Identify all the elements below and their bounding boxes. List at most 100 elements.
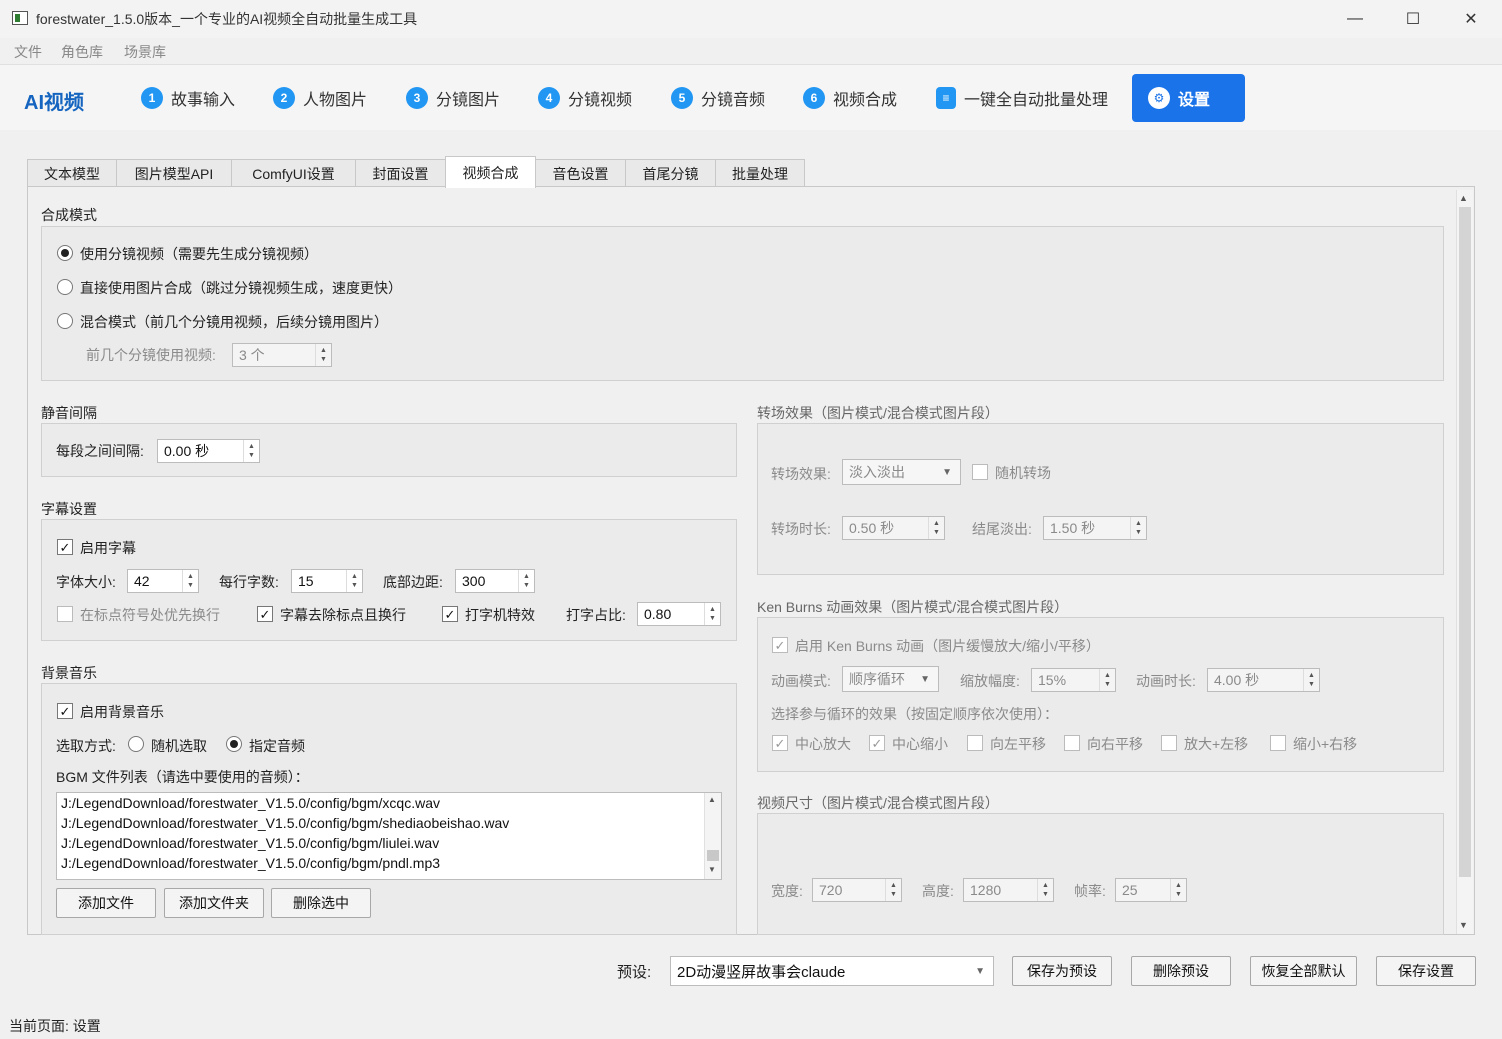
tab-text-model[interactable]: 文本模型 (27, 159, 117, 187)
punct-wrap-checkbox[interactable] (57, 606, 73, 622)
bottom-margin-spinbox[interactable]: 300 ▲ ▼ (455, 569, 535, 593)
nav-video-compose[interactable]: 6 视频合成 (803, 84, 897, 112)
nav-storyboard-images[interactable]: 3 分镜图片 (406, 84, 500, 112)
scroll-down-icon[interactable]: ▼ (708, 865, 716, 874)
preset-select[interactable]: 2D动漫竖屏故事会claude ▼ (670, 956, 994, 986)
typing-ratio-spinbox[interactable]: 0.80 ▲ ▼ (637, 602, 721, 626)
fadeout-label: 结尾淡出: (972, 521, 1032, 537)
list-item[interactable]: J:/LegendDownload/forestwater_V1.5.0/con… (61, 815, 509, 831)
delete-preset-button[interactable]: 删除预设 (1131, 956, 1231, 986)
scroll-thumb[interactable] (1459, 207, 1471, 877)
save-preset-button[interactable]: 保存为预设 (1012, 956, 1112, 986)
close-button[interactable]: ✕ (1442, 0, 1500, 38)
radio-mixed-mode[interactable] (57, 313, 73, 329)
spin-arrows-icon[interactable]: ▲ ▼ (1099, 669, 1115, 691)
effect-pan-left-checkbox[interactable] (967, 735, 983, 751)
anim-mode-select[interactable]: 顺序循环 ▼ (842, 666, 939, 692)
silence-spinbox[interactable]: 0.00 秒 ▲ ▼ (157, 439, 260, 463)
menu-scene-library[interactable]: 场景库 (124, 42, 166, 62)
effect-zoom-out-checkbox[interactable]: ✓ (869, 735, 885, 751)
effect-pan-right-checkbox[interactable] (1064, 735, 1080, 751)
nav-storyboard-video[interactable]: 4 分镜视频 (538, 84, 632, 112)
menu-file[interactable]: 文件 (14, 42, 42, 62)
scroll-up-icon[interactable]: ▲ (1459, 193, 1468, 203)
add-file-button[interactable]: 添加文件 (56, 888, 156, 918)
spin-arrows-icon[interactable]: ▲ ▼ (885, 879, 901, 901)
tab-image-api[interactable]: 图片模型API (116, 159, 232, 187)
list-item[interactable]: J:/LegendDownload/forestwater_V1.5.0/con… (61, 795, 440, 811)
add-folder-button[interactable]: 添加文件夹 (164, 888, 264, 918)
nav-settings[interactable]: ⚙ 设置 (1132, 74, 1245, 122)
tab-first-last[interactable]: 首尾分镜 (625, 159, 716, 187)
spin-arrows-icon[interactable]: ▲ ▼ (315, 344, 331, 366)
font-size-spinbox[interactable]: 42 ▲ ▼ (127, 569, 199, 593)
list-scrollbar[interactable]: ▲ ▼ (704, 793, 721, 879)
silence-group (41, 423, 737, 477)
spin-arrows-icon[interactable]: ▲ ▼ (346, 570, 362, 592)
spin-arrows-icon[interactable]: ▲ ▼ (1303, 669, 1319, 691)
menu-character-library[interactable]: 角色库 (61, 42, 103, 62)
random-transition-checkbox[interactable] (972, 464, 988, 480)
enable-bgm-checkbox[interactable]: ✓ (57, 703, 73, 719)
enable-kenburns-checkbox[interactable]: ✓ (772, 637, 788, 653)
effect-zoomout-right-checkbox[interactable] (1270, 735, 1286, 751)
radio-specific-bgm[interactable] (226, 736, 242, 752)
spin-arrows-icon[interactable]: ▲ ▼ (182, 570, 198, 592)
typewriter-checkbox[interactable]: ✓ (442, 606, 458, 622)
spin-arrows-icon[interactable]: ▲ ▼ (243, 440, 259, 462)
spin-arrows-icon[interactable]: ▲ ▼ (704, 603, 720, 625)
radio-use-storyboard-video[interactable] (57, 245, 73, 261)
scroll-down-icon[interactable]: ▼ (1459, 920, 1468, 930)
spin-value: 1280 (970, 882, 1002, 898)
nav-label: 分镜图片 (436, 92, 501, 109)
nav-story-input[interactable]: 1 故事输入 (141, 84, 235, 112)
nav-batch-process[interactable]: ≡ 一键全自动批量处理 (936, 84, 1108, 112)
radio-label: 混合模式（前几个分镜用视频，后续分镜用图片） (80, 314, 388, 330)
list-item[interactable]: J:/LegendDownload/forestwater_V1.5.0/con… (61, 835, 439, 851)
tab-video-compose[interactable]: 视频合成 (445, 156, 536, 188)
spin-arrows-icon[interactable]: ▲ ▼ (518, 570, 534, 592)
spin-arrows-icon[interactable]: ▲ ▼ (1130, 517, 1146, 539)
scroll-thumb[interactable] (707, 850, 719, 861)
spin-value: 15 (298, 573, 314, 589)
step-5-icon: 5 (671, 87, 693, 109)
tab-cover[interactable]: 封面设置 (355, 159, 446, 187)
list-item[interactable]: J:/LegendDownload/forestwater_V1.5.0/con… (61, 855, 440, 871)
anim-duration-spinbox[interactable]: 4.00 秒 ▲ ▼ (1207, 668, 1320, 692)
nav-storyboard-audio[interactable]: 5 分镜音频 (671, 84, 765, 112)
fps-spinbox[interactable]: 25 ▲ ▼ (1115, 878, 1187, 902)
scale-spinbox[interactable]: 15% ▲ ▼ (1031, 668, 1116, 692)
spin-arrows-icon[interactable]: ▲ ▼ (1037, 879, 1053, 901)
strip-punct-checkbox[interactable]: ✓ (257, 606, 273, 622)
remove-selected-button[interactable]: 删除选中 (271, 888, 371, 918)
enable-subtitle-checkbox[interactable]: ✓ (57, 539, 73, 555)
radio-use-images[interactable] (57, 279, 73, 295)
tab-batch[interactable]: 批量处理 (715, 159, 805, 187)
gear-icon: ⚙ (1148, 87, 1170, 109)
save-settings-button[interactable]: 保存设置 (1376, 956, 1476, 986)
spin-arrows-icon[interactable]: ▲ ▼ (1170, 879, 1186, 901)
tab-voice[interactable]: 音色设置 (535, 159, 626, 187)
bgm-title: 背景音乐 (41, 665, 97, 681)
maximize-button[interactable]: ☐ (1384, 0, 1442, 38)
transition-title: 转场效果（图片模式/混合模式图片段） (757, 405, 999, 421)
nav-character-images[interactable]: 2 人物图片 (273, 84, 367, 112)
transition-effect-select[interactable]: 淡入淡出 ▼ (842, 459, 961, 485)
chars-per-line-spinbox[interactable]: 15 ▲ ▼ (291, 569, 363, 593)
height-spinbox[interactable]: 1280 ▲ ▼ (963, 878, 1054, 902)
effect-zoom-in-checkbox[interactable]: ✓ (772, 735, 788, 751)
effect-zoomin-left-checkbox[interactable] (1161, 735, 1177, 751)
minimize-button[interactable]: — (1326, 0, 1384, 38)
radio-random-bgm[interactable] (128, 736, 144, 752)
status-bar (0, 1012, 1502, 1039)
bgm-file-list[interactable]: J:/LegendDownload/forestwater_V1.5.0/con… (56, 792, 722, 880)
first-n-spinbox[interactable]: 3 个 ▲ ▼ (232, 343, 332, 367)
width-spinbox[interactable]: 720 ▲ ▼ (812, 878, 902, 902)
transition-duration-label: 转场时长: (771, 521, 831, 537)
spin-arrows-icon[interactable]: ▲ ▼ (928, 517, 944, 539)
restore-defaults-button[interactable]: 恢复全部默认 (1250, 956, 1357, 986)
scroll-up-icon[interactable]: ▲ (708, 795, 716, 804)
tab-comfyui[interactable]: ComfyUI设置 (231, 159, 356, 187)
fadeout-spinbox[interactable]: 1.50 秒 ▲ ▼ (1043, 516, 1147, 540)
transition-duration-spinbox[interactable]: 0.50 秒 ▲ ▼ (842, 516, 945, 540)
